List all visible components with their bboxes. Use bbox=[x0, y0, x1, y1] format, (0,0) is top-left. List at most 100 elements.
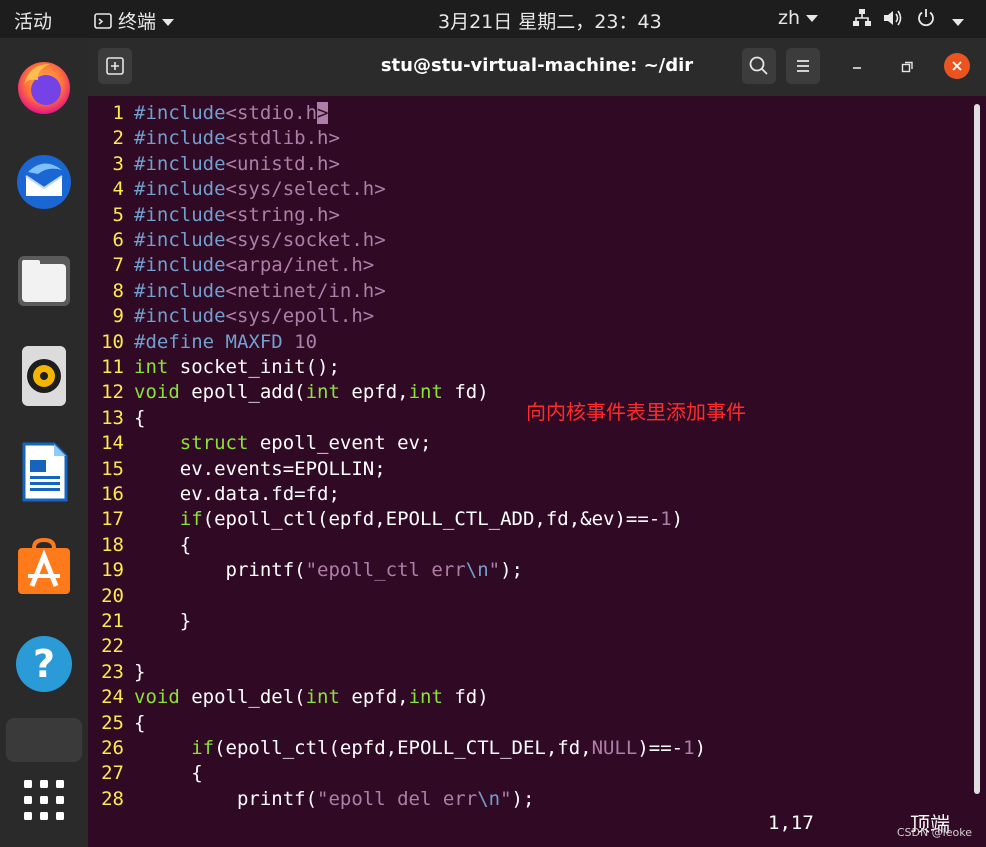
code-token: printf( bbox=[134, 787, 318, 810]
firefox-icon[interactable] bbox=[14, 56, 74, 116]
text-cursor: > bbox=[317, 102, 329, 124]
code-token: "epoll_ctl err bbox=[305, 559, 466, 582]
code-text: ev.data.fd=fd; bbox=[134, 483, 340, 505]
system-menu[interactable] bbox=[852, 8, 965, 33]
line-number: 6 bbox=[112, 229, 124, 251]
header-bar: stu@stu-virtual-machine: ~/dir bbox=[88, 38, 986, 96]
line-number: 12 bbox=[101, 381, 124, 404]
line-number: 19 bbox=[101, 559, 124, 582]
line-number: 14 bbox=[101, 432, 124, 455]
code-token: if bbox=[191, 737, 215, 759]
code-token: #include bbox=[134, 178, 226, 201]
activities-button[interactable]: 活动 bbox=[14, 7, 52, 34]
app-menu-label: 终端 bbox=[118, 11, 157, 33]
software-store-icon[interactable] bbox=[14, 537, 74, 598]
code-token: #include bbox=[134, 305, 226, 328]
code-token: void bbox=[134, 686, 180, 709]
code-token: 1 bbox=[683, 737, 695, 759]
code-text: #include<unistd.h> bbox=[134, 153, 340, 175]
code-text: #include<string.h> bbox=[134, 204, 340, 226]
line-number: 1 bbox=[112, 102, 124, 124]
code-token: \n bbox=[465, 559, 489, 582]
line-number: 20 bbox=[101, 584, 124, 607]
code-text: if(epoll_ctl(epfd,EPOLL_CTL_DEL,fd,NULL)… bbox=[134, 737, 706, 759]
line-number: 11 bbox=[101, 356, 124, 378]
code-text: #include<netinet/in.h> bbox=[134, 280, 386, 302]
volume-icon bbox=[884, 10, 902, 26]
code-text: if(epoll_ctl(epfd,EPOLL_CTL_ADD,fd,&ev)=… bbox=[134, 508, 683, 530]
code-token: { bbox=[134, 533, 192, 556]
app-menu[interactable]: 终端 bbox=[94, 7, 175, 34]
line-number: 5 bbox=[112, 203, 124, 226]
close-icon bbox=[952, 61, 962, 71]
restore-button[interactable] bbox=[894, 54, 920, 80]
code-token: ); bbox=[500, 559, 523, 582]
code-text: { bbox=[134, 534, 191, 556]
restore-icon bbox=[901, 61, 913, 73]
terminal-window: stu@stu-virtual-machine: ~/dir 1 #includ… bbox=[88, 38, 986, 847]
line-number: 16 bbox=[101, 483, 124, 505]
code-token: #include bbox=[134, 229, 226, 251]
dock: ? bbox=[0, 38, 88, 847]
code-token: { bbox=[134, 762, 203, 785]
code-text: printf("epoll del err\n"); bbox=[134, 788, 534, 810]
code-token: (epoll_ctl(epfd,EPOLL_CTL_ADD,fd,&ev)==- bbox=[202, 508, 661, 531]
code-text: #include<sys/epoll.h> bbox=[134, 305, 374, 327]
code-token: #include bbox=[134, 279, 226, 302]
rhythmbox-icon[interactable] bbox=[14, 346, 74, 406]
line-number: 27 bbox=[101, 762, 124, 785]
svg-text:?: ? bbox=[33, 642, 55, 686]
writer-icon[interactable] bbox=[14, 442, 74, 502]
hamburger-icon bbox=[797, 60, 809, 72]
close-button[interactable] bbox=[944, 53, 970, 79]
line-number: 26 bbox=[101, 737, 124, 759]
files-icon[interactable] bbox=[14, 250, 74, 310]
search-button[interactable] bbox=[742, 48, 776, 84]
line-number: 18 bbox=[101, 533, 124, 556]
power-icon bbox=[918, 9, 934, 27]
line-number: 3 bbox=[112, 152, 124, 175]
code-token: int bbox=[134, 356, 169, 378]
code-token: printf( bbox=[134, 559, 306, 582]
code-token: #define MAXFD bbox=[134, 330, 295, 353]
code-token: epfd, bbox=[339, 686, 409, 709]
code-token: (epoll_ctl(epfd,EPOLL_CTL_DEL,fd, bbox=[214, 737, 592, 759]
input-method-menu[interactable]: zh bbox=[778, 7, 819, 29]
line-number: 10 bbox=[101, 330, 124, 353]
line-number: 25 bbox=[101, 711, 124, 734]
top-bar: 活动 终端 3月21日 星期二，23：43 zh bbox=[0, 0, 986, 38]
scrollbar[interactable] bbox=[974, 104, 980, 794]
show-apps-icon[interactable] bbox=[14, 774, 74, 834]
code-text: { bbox=[134, 407, 145, 429]
minimize-button[interactable] bbox=[844, 54, 870, 80]
thunderbird-icon[interactable] bbox=[14, 152, 74, 212]
code-token: epfd, bbox=[339, 381, 409, 404]
help-icon[interactable]: ? bbox=[14, 634, 74, 694]
code-token: <sys/socket.h> bbox=[225, 229, 386, 251]
code-token: if bbox=[179, 508, 203, 531]
code-token: epoll_del( bbox=[179, 686, 306, 709]
code-token: )==- bbox=[637, 737, 684, 759]
code-token: ) bbox=[694, 737, 707, 759]
cursor-position: 1,17 bbox=[768, 812, 814, 834]
code-token: #include bbox=[134, 254, 226, 277]
input-method-label: zh bbox=[778, 7, 801, 29]
code-token: #include bbox=[134, 152, 226, 175]
code-text: int socket_init(); bbox=[134, 356, 340, 378]
code-text: { bbox=[134, 712, 145, 734]
terminal-content[interactable]: 1 #include<stdio.h> 2 #include<stdlib.h> 3 #i… bbox=[88, 96, 986, 847]
code-token: \n bbox=[477, 787, 501, 810]
search-icon bbox=[749, 56, 768, 75]
code-token: } bbox=[134, 610, 192, 632]
code-token: int bbox=[408, 686, 443, 709]
menu-button[interactable] bbox=[786, 48, 820, 84]
line-number: 2 bbox=[112, 127, 124, 150]
clock[interactable]: 3月21日 星期二，23：43 bbox=[438, 7, 662, 34]
line-number: 24 bbox=[101, 686, 124, 709]
code-token: <stdlib.h> bbox=[225, 127, 340, 150]
code-token: int bbox=[305, 381, 340, 404]
code-token: void bbox=[134, 381, 180, 404]
